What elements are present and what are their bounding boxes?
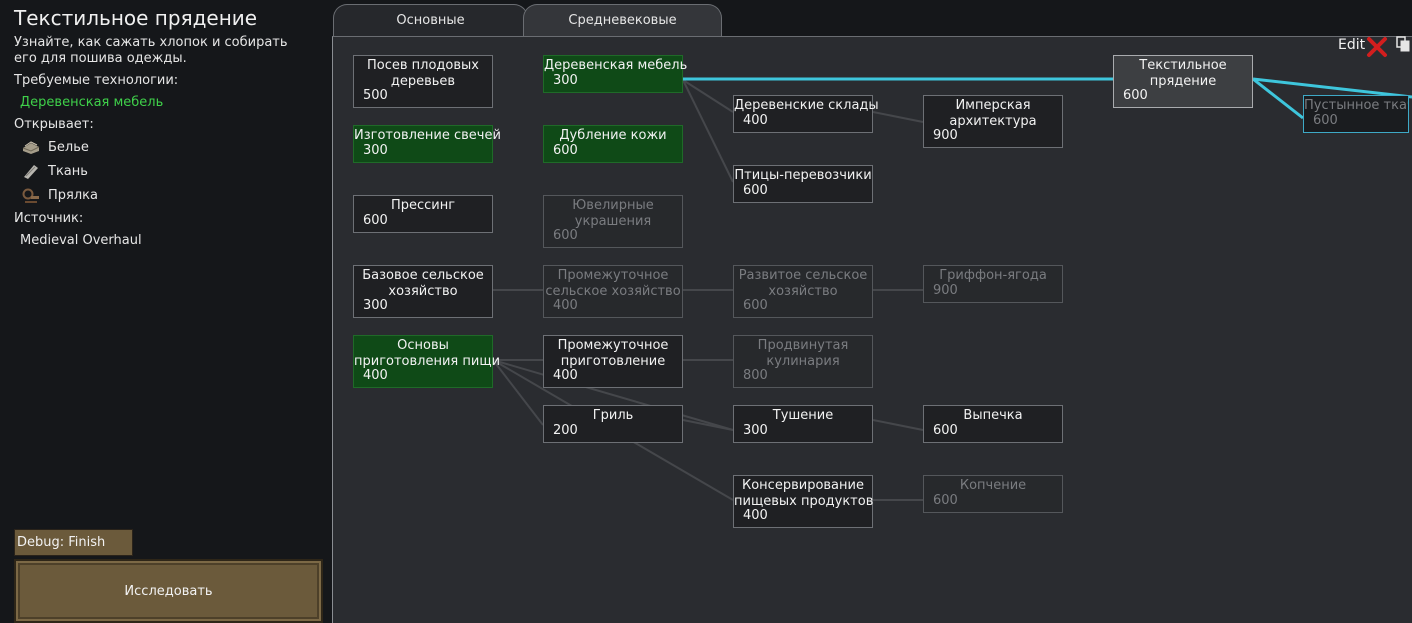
tech-node-cost: 600 <box>363 213 388 228</box>
tech-node-cost: 600 <box>743 183 768 198</box>
tech-node-cost: 900 <box>933 283 958 298</box>
tech-node-cost: 300 <box>363 298 388 313</box>
tech-node-title: Текстильное прядение <box>1139 58 1227 89</box>
tech-node-kozha[interactable]: Дубление кожи 600 <box>543 125 683 163</box>
tech-node-title: Копчение <box>959 478 1027 493</box>
tech-node-cost: 500 <box>363 88 388 103</box>
tech-node-cost: 800 <box>743 368 768 383</box>
tech-node-baz-selhoz[interactable]: Базовое сельское хозяйство 300 <box>353 265 493 318</box>
tech-node-derevmeb[interactable]: Деревенская мебель 300 <box>543 55 688 93</box>
tech-node-title: Дубление кожи <box>559 128 667 143</box>
tech-node-cost: 400 <box>743 113 768 128</box>
research-description: Узнайте, как сажать хлопок и собирать ег… <box>14 35 288 66</box>
tech-node-title: Гриль <box>592 408 634 423</box>
tech-node-title: Пустынное ткаче <box>1304 98 1408 113</box>
tech-node-razv-selhoz[interactable]: Развитое сельское хозяйство 600 <box>733 265 873 318</box>
research-info-panel: Текстильное прядение Узнайте, как сажать… <box>0 0 332 623</box>
tech-node-tekstil[interactable]: Текстильное прядение 600 <box>1113 55 1253 108</box>
tech-node-title: Развитое сельское хозяйство <box>738 268 868 299</box>
tech-node-title: Имперская архитектура <box>949 98 1037 129</box>
tech-node-cost: 600 <box>553 228 578 243</box>
tech-node-prom-prig[interactable]: Промежуточное приготовление 400 <box>543 335 683 388</box>
tech-node-cost: 600 <box>743 298 768 313</box>
unlock-item-cloth[interactable]: Ткань <box>22 161 88 181</box>
edit-button[interactable]: Edit <box>1338 37 1365 53</box>
tech-node-title: Продвинутая кулинария <box>757 338 849 369</box>
research-button[interactable]: Исследовать <box>14 559 323 623</box>
research-title: Текстильное прядение <box>14 6 258 30</box>
tech-node-vypechka[interactable]: Выпечка 600 <box>923 405 1063 443</box>
tech-node-title: Птицы-перевозчики <box>734 168 872 183</box>
required-tech-link[interactable]: Деревенская мебель <box>20 95 163 110</box>
tech-node-cost: 400 <box>553 368 578 383</box>
tech-node-title: Деревенская мебель <box>544 58 688 73</box>
copy-icon[interactable] <box>1396 36 1410 52</box>
unlocks-label: Открывает: <box>14 117 94 132</box>
required-tech-label: Требуемые технологии: <box>14 73 179 88</box>
tech-node-cost: 600 <box>933 493 958 508</box>
tech-node-title: Консервирование пищевых продуктов <box>734 478 874 509</box>
unlock-item-label: Прялка <box>48 187 98 203</box>
tech-node-konserv[interactable]: Консервирование пищевых продуктов 400 <box>733 475 873 528</box>
tech-node-cost: 400 <box>553 298 578 313</box>
tech-node-tushenie[interactable]: Тушение 300 <box>733 405 873 443</box>
tech-node-cost: 600 <box>1123 88 1148 103</box>
tech-node-cost: 900 <box>933 128 958 143</box>
tech-node-title: Деревенские склады <box>734 98 879 113</box>
unlock-item-linen[interactable]: Белье <box>22 137 89 157</box>
tech-node-title: Тушение <box>772 408 834 423</box>
tech-node-osn-pishi[interactable]: Основы приготовления пищи 400 <box>353 335 501 388</box>
tab-medieval[interactable]: Средневековые <box>523 4 722 36</box>
tech-node-cost: 300 <box>553 73 578 88</box>
tab-label: Средневековые <box>568 13 677 28</box>
source-label: Источник: <box>14 211 84 226</box>
unlock-item-spinning-wheel[interactable]: Прялка <box>22 185 98 205</box>
tech-node-title: Ювелирные украшения <box>572 198 654 229</box>
tech-node-kulinar[interactable]: Продвинутая кулинария 800 <box>733 335 873 388</box>
unlock-item-label: Ткань <box>48 163 88 179</box>
tech-node-cost: 600 <box>933 423 958 438</box>
tech-node-imper[interactable]: Имперская архитектура 900 <box>923 95 1063 148</box>
tech-node-pticy[interactable]: Птицы-перевозчики 600 <box>733 165 873 203</box>
tech-node-title: Выпечка <box>963 408 1023 423</box>
research-button-label: Исследовать <box>124 583 213 599</box>
close-icon[interactable] <box>1366 36 1388 58</box>
tech-node-cost: 600 <box>1313 113 1338 128</box>
tab-main[interactable]: Основные <box>333 4 528 36</box>
linen-icon <box>22 139 40 155</box>
tech-node-griffon[interactable]: Гриффон-ягода 900 <box>923 265 1063 303</box>
tech-node-title: Промежуточное сельское хозяйство <box>545 268 681 299</box>
debug-finish-button[interactable]: Debug: Finish now <box>14 529 133 575</box>
tech-node-cost: 600 <box>553 143 578 158</box>
tech-node-yuvel[interactable]: Ювелирные украшения 600 <box>543 195 683 248</box>
unlock-item-label: Белье <box>48 139 89 155</box>
tab-label: Основные <box>396 13 465 28</box>
tech-node-kopchenie[interactable]: Копчение 600 <box>923 475 1063 513</box>
tech-node-cost: 400 <box>363 368 388 383</box>
tech-node-sklady[interactable]: Деревенские склады 400 <box>733 95 879 133</box>
tech-node-cost: 400 <box>743 508 768 523</box>
tech-node-title: Гриффон-ягода <box>939 268 1047 283</box>
tech-node-cost: 300 <box>363 143 388 158</box>
tech-node-title: Изготовление свечей <box>354 128 501 143</box>
tech-node-title: Базовое сельское хозяйство <box>362 268 484 299</box>
tech-node-title: Посев плодовых деревьев <box>367 58 479 89</box>
tech-node-title: Основы приготовления пищи <box>354 338 501 369</box>
tech-node-cost: 300 <box>743 423 768 438</box>
tech-node-title: Промежуточное приготовление <box>557 338 669 369</box>
tech-node-gril[interactable]: Гриль 200 <box>543 405 683 443</box>
tech-node-posev[interactable]: Посев плодовых деревьев 500 <box>353 55 493 108</box>
tech-node-svechi[interactable]: Изготовление свечей 300 <box>353 125 501 163</box>
source-value: Medieval Overhaul <box>20 233 142 248</box>
tech-node-title: Прессинг <box>390 198 456 213</box>
tech-node-pustyn[interactable]: Пустынное ткаче 600 <box>1303 95 1409 133</box>
tech-node-cost: 200 <box>553 423 578 438</box>
tech-node-pressing[interactable]: Прессинг 600 <box>353 195 493 233</box>
tech-node-prom-selhoz[interactable]: Промежуточное сельское хозяйство 400 <box>543 265 683 318</box>
cloth-icon <box>22 163 40 179</box>
spinning-wheel-icon <box>22 187 40 203</box>
